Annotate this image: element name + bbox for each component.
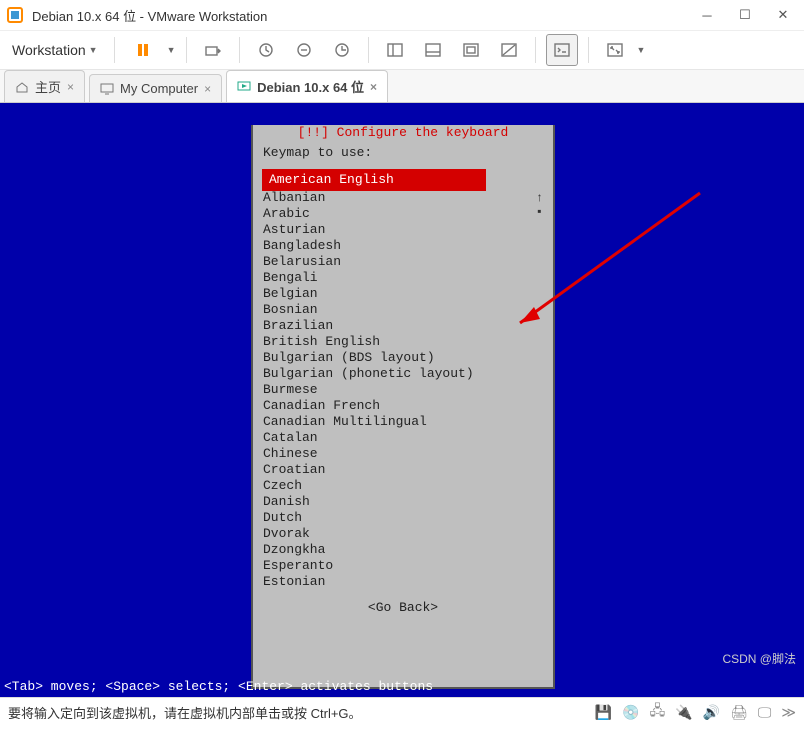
layout-bottom-button[interactable] [417,34,449,66]
list-item[interactable]: Belarusian [263,254,543,270]
layout-side-button[interactable] [379,34,411,66]
usb-icon[interactable]: 🔌 [675,700,692,724]
close-icon[interactable]: × [67,80,74,94]
list-item[interactable]: Croatian [263,462,543,478]
status-bar: 要将输入定向到该虚拟机，请在虚拟机内部单击或按 Ctrl+G。 💾 💿 🖧 🔌 … [0,697,804,726]
list-item[interactable]: Asturian [263,222,543,238]
scroll-up-indicator: ↑▪ [536,191,543,219]
status-message: 要将输入定向到该虚拟机，请在虚拟机内部单击或按 Ctrl+G。 [8,703,362,722]
list-item[interactable]: Czech [263,478,543,494]
list-item[interactable]: Bangladesh [263,238,543,254]
installer-dialog: [!!] Configure the keyboard Keymap to us… [251,125,555,689]
app-icon [6,6,24,24]
list-item[interactable]: Bosnian [263,302,543,318]
tab-vm-label: Debian 10.x 64 位 [257,77,364,96]
list-item[interactable]: Esperanto [263,558,543,574]
tab-home-label: 主页 [35,77,61,96]
pause-button[interactable] [125,34,161,66]
network-icon[interactable]: 🖧 [650,700,666,724]
workstation-menu[interactable]: Workstation ▼ [6,38,104,62]
separator [114,37,115,63]
minimize-button[interactable]: ─ [692,4,722,26]
prompt-label: Keymap to use: [263,145,543,160]
list-item[interactable]: Dzongkha [263,542,543,558]
list-item[interactable]: Catalan [263,430,543,446]
close-button[interactable]: ✕ [768,4,798,26]
list-item[interactable]: Canadian French [263,398,543,414]
separator [588,37,589,63]
workstation-label: Workstation [12,42,86,58]
list-item[interactable]: Bengali [263,270,543,286]
list-item[interactable]: Estonian [263,574,543,590]
list-item[interactable]: Dvorak [263,526,543,542]
home-icon [15,80,29,94]
dialog-title: [!!] Configure the keyboard [253,125,553,140]
list-item[interactable]: Brazilian [263,318,543,334]
go-back-button[interactable]: <Go Back> [263,600,543,615]
list-item[interactable]: Burmese [263,382,543,398]
fullscreen-disable-button[interactable] [493,34,525,66]
tab-home[interactable]: 主页 × [4,70,85,102]
maximize-button[interactable]: ☐ [730,4,760,26]
cd-icon[interactable]: 💿 [622,700,639,724]
list-item[interactable]: Bulgarian (BDS layout) [263,350,543,366]
separator [535,37,536,63]
display-icon[interactable]: 🖵 [758,700,772,724]
snapshot-manager-button[interactable] [288,34,320,66]
toolbar: Workstation ▼ ▼ ▼ [0,31,804,70]
console-button[interactable] [546,34,578,66]
list-item[interactable]: Belgian [263,286,543,302]
window-title: Debian 10.x 64 位 - VMware Workstation [32,6,684,25]
chevron-down-icon[interactable]: ▼ [167,45,176,55]
chevron-down-icon[interactable]: ▼ [637,45,646,55]
sound-icon[interactable]: 🔊 [703,700,720,724]
vm-console[interactable]: [!!] Configure the keyboard Keymap to us… [0,103,804,697]
separator [368,37,369,63]
monitor-icon [100,82,114,96]
list-item[interactable]: Bulgarian (phonetic layout) [263,366,543,382]
list-item-selected[interactable]: American English [265,172,483,188]
list-item[interactable]: Dutch [263,510,543,526]
title-bar: Debian 10.x 64 位 - VMware Workstation ─ … [0,0,804,31]
chevron-down-icon: ▼ [89,45,98,55]
list-item[interactable]: Albanian [263,190,543,206]
unity-button[interactable] [455,34,487,66]
list-item[interactable]: Canadian Multilingual [263,414,543,430]
hint-bar: <Tab> moves; <Space> selects; <Enter> ac… [0,679,804,697]
separator [186,37,187,63]
keymap-list[interactable]: American English AlbanianArabicAsturianB… [263,166,543,590]
vm-icon [237,80,251,94]
device-icons: 💾 💿 🖧 🔌 🔊 🖨 🖵 ≫ [595,700,796,724]
snapshot-button[interactable] [250,34,282,66]
list-item[interactable]: Chinese [263,446,543,462]
watermark: CSDN @脚法 [722,650,796,667]
close-icon[interactable]: × [370,80,377,94]
tab-vm-active[interactable]: Debian 10.x 64 位 × [226,70,388,102]
send-button[interactable] [197,34,229,66]
separator [239,37,240,63]
more-icon[interactable]: ≫ [781,700,796,724]
fullscreen-button[interactable] [599,34,631,66]
list-item[interactable]: British English [263,334,543,350]
tab-mycomputer-label: My Computer [120,81,198,96]
printer-icon[interactable]: 🖨 [730,700,748,724]
close-icon[interactable]: × [204,82,211,96]
revert-button[interactable] [326,34,358,66]
list-item[interactable]: Danish [263,494,543,510]
tab-bar: 主页 × My Computer × Debian 10.x 64 位 × [0,70,804,103]
list-item[interactable]: Arabic [263,206,543,222]
tab-mycomputer[interactable]: My Computer × [89,74,222,102]
disk-icon[interactable]: 💾 [595,700,612,724]
